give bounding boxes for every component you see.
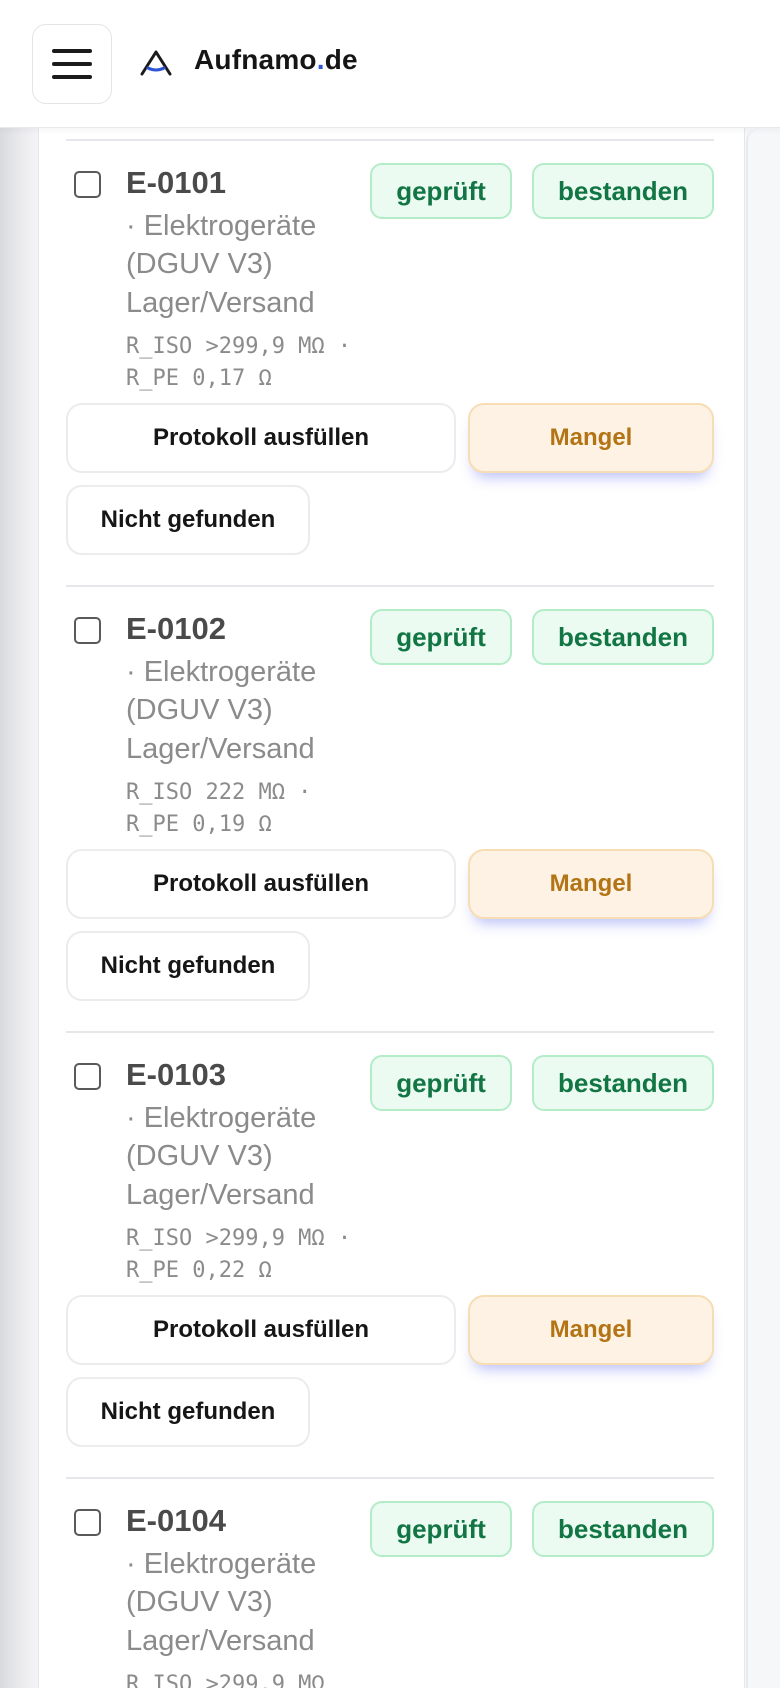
item-checkbox[interactable] (74, 171, 101, 198)
app-page: Aufnamo.de E-0101 · Elektrogeräte (DGUV … (0, 0, 780, 1688)
item-id: E-0104 (126, 1503, 226, 1538)
item-category: · Elektrogeräte (DGUV V3) (126, 210, 317, 280)
item-checkbox[interactable] (74, 1063, 101, 1090)
item-location: Lager/Versand (126, 1179, 315, 1211)
not-found-button[interactable]: Nicht gefunden (66, 1377, 310, 1447)
status-badge-checked: geprüft (370, 609, 512, 665)
status-badge-checked: geprüft (370, 1501, 512, 1557)
brand-name[interactable]: Aufnamo.de (194, 44, 358, 76)
item-category: · Elektrogeräte (DGUV V3) (126, 1548, 317, 1618)
defect-button[interactable]: Mangel (468, 403, 714, 473)
list-item: E-0101 · Elektrogeräte (DGUV V3) Lager/V… (66, 139, 714, 585)
status-badge-passed: bestanden (532, 1055, 714, 1111)
item-checkbox[interactable] (74, 617, 101, 644)
divider (66, 1477, 714, 1479)
hamburger-menu-icon (52, 49, 92, 53)
defect-button[interactable]: Mangel (468, 1295, 714, 1365)
item-id: E-0102 (126, 611, 226, 646)
divider (66, 139, 714, 141)
defect-button[interactable]: Mangel (468, 849, 714, 919)
item-measurement: R_ISO >299,9 MΩ · R_PE 0,22 Ω (126, 1226, 352, 1283)
not-found-button[interactable]: Nicht gefunden (66, 485, 310, 555)
divider (66, 585, 714, 587)
list-item: E-0102 · Elektrogeräte (DGUV V3) Lager/V… (66, 585, 714, 1031)
fill-protocol-button[interactable]: Protokoll ausfüllen (66, 1295, 456, 1365)
item-location: Lager/Versand (126, 287, 315, 319)
drawer-scrim[interactable] (0, 0, 38, 1688)
aufnamo-logo-icon (140, 50, 172, 76)
item-checkbox[interactable] (74, 1509, 101, 1536)
status-badge-passed: bestanden (532, 609, 714, 665)
divider (66, 1031, 714, 1033)
status-badge-checked: geprüft (370, 1055, 512, 1111)
top-bar: Aufnamo.de (0, 0, 780, 128)
item-measurement: R_ISO >299,9 MΩ (126, 1672, 325, 1688)
adjacent-panel-edge (746, 128, 780, 1688)
fill-protocol-button[interactable]: Protokoll ausfüllen (66, 403, 456, 473)
item-location: Lager/Versand (126, 733, 315, 765)
item-id: E-0101 (126, 165, 226, 200)
item-measurement: R_ISO >299,9 MΩ · R_PE 0,17 Ω (126, 334, 352, 391)
menu-button[interactable] (32, 24, 112, 104)
fill-protocol-button[interactable]: Protokoll ausfüllen (66, 849, 456, 919)
item-category: · Elektrogeräte (DGUV V3) (126, 656, 317, 726)
not-found-button[interactable]: Nicht gefunden (66, 931, 310, 1001)
status-badge-passed: bestanden (532, 163, 714, 219)
list-item: E-0104 · Elektrogeräte (DGUV V3) Lager/V… (66, 1477, 714, 1688)
item-category: · Elektrogeräte (DGUV V3) (126, 1102, 317, 1172)
item-measurement: R_ISO 222 MΩ · R_PE 0,19 Ω (126, 780, 312, 837)
status-badge-passed: bestanden (532, 1501, 714, 1557)
item-location: Lager/Versand (126, 1625, 315, 1657)
item-id: E-0103 (126, 1057, 226, 1092)
list-item: E-0103 · Elektrogeräte (DGUV V3) Lager/V… (66, 1031, 714, 1477)
status-badge-checked: geprüft (370, 163, 512, 219)
